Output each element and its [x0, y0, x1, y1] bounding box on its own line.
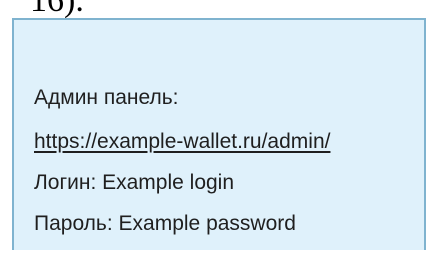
login-line: Логин: Example login: [34, 171, 235, 194]
password-line: Пароль: Example password: [34, 212, 296, 235]
admin-url-link[interactable]: https://example-wallet.ru/admin/: [34, 130, 330, 154]
page-text-fragment: 16).: [30, 0, 84, 19]
admin-panel-label: Админ панель:: [34, 86, 179, 109]
info-panel: Админ панель: https://example-wallet.ru/…: [12, 18, 426, 250]
